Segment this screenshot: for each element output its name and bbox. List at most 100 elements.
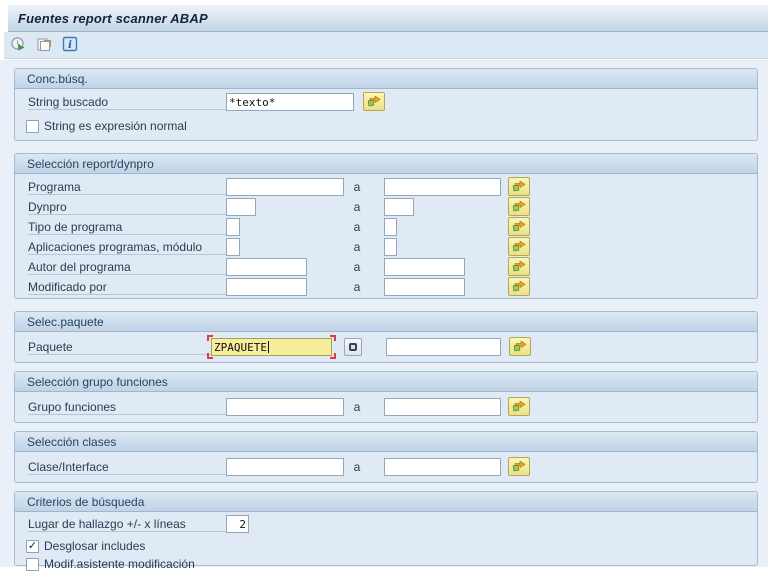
multiple-selection-button[interactable] xyxy=(509,337,531,356)
tipo-programa-label: Tipo de programa xyxy=(28,220,123,234)
modif-checkbox-row: Modif.asistente modificación xyxy=(15,555,757,571)
programa-to-input[interactable] xyxy=(384,178,501,196)
group-function-groups-header: Selección grupo funciones xyxy=(15,372,757,392)
group-search-criteria-header: Criterios de búsqueda xyxy=(15,492,757,512)
focus-corner xyxy=(330,335,336,341)
dynpro-row: Dynpro a xyxy=(15,197,757,217)
selection-screen: Conc.búsq. String buscado *texto* String… xyxy=(0,60,768,571)
grupo-funciones-to-input[interactable] xyxy=(384,398,501,416)
multiple-selection-button[interactable] xyxy=(508,197,530,216)
programa-row: Programa a xyxy=(15,177,757,197)
aplicaciones-from-input[interactable] xyxy=(226,238,240,256)
page-title: Fuentes report scanner ABAP xyxy=(18,10,208,26)
package-from-input[interactable]: ZPAQUETE xyxy=(211,338,332,356)
paquete-row: Paquete ZPAQUETE xyxy=(15,335,757,359)
group-title: Selec.paquete xyxy=(27,314,104,329)
hit-lines-label: Lugar de hallazgo +/- x líneas xyxy=(28,517,186,531)
focus-corner xyxy=(207,335,213,341)
sap-window: Fuentes report scanner ABAP i Conc.búsq.… xyxy=(0,0,768,571)
multiple-selection-icon xyxy=(512,278,526,295)
tipo-programa-from-input[interactable] xyxy=(226,218,240,236)
regex-checkbox-label: String es expresión normal xyxy=(44,119,187,133)
includes-checkbox[interactable]: ✓ xyxy=(26,539,39,553)
group-search-criteria: Criterios de búsqueda Lugar de hallazgo … xyxy=(14,491,758,571)
svg-text:i: i xyxy=(68,39,72,51)
dynpro-to-input[interactable] xyxy=(384,198,414,216)
search-string-input[interactable] xyxy=(226,93,354,111)
text-caret xyxy=(267,341,269,353)
modif-checkbox[interactable] xyxy=(26,557,39,571)
range-separator: a xyxy=(353,240,361,254)
execute-icon xyxy=(10,36,26,55)
aplicaciones-row: Aplicaciones programas, módulo a xyxy=(15,237,757,257)
programa-label: Programa xyxy=(28,180,81,194)
multiple-selection-button[interactable] xyxy=(508,397,530,416)
multiple-selection-button[interactable] xyxy=(508,217,530,236)
group-title: Selección report/dynpro xyxy=(27,156,154,171)
info-button[interactable]: i xyxy=(60,35,80,55)
group-title: Selección grupo funciones xyxy=(27,374,168,389)
multiple-selection-icon xyxy=(367,93,381,110)
group-package: Selec.paquete Paquete ZPAQUETE xyxy=(14,311,758,363)
range-separator: a xyxy=(353,200,361,214)
execute-button[interactable] xyxy=(8,35,28,55)
programa-from-input[interactable] xyxy=(226,178,344,196)
aplicaciones-to-input[interactable] xyxy=(384,238,397,256)
string-buscado-label: String buscado xyxy=(28,95,109,109)
group-title: Conc.búsq. xyxy=(27,71,88,86)
dynpro-label: Dynpro xyxy=(28,200,67,214)
multiple-selection-icon xyxy=(512,458,526,475)
multiple-selection-button[interactable] xyxy=(508,457,530,476)
tipo-programa-row: Tipo de programa a xyxy=(15,217,757,237)
multiple-selection-button[interactable] xyxy=(508,237,530,256)
clase-to-input[interactable] xyxy=(384,458,501,476)
group-report-dynpro-header: Selección report/dynpro xyxy=(15,154,757,174)
multiple-selection-button[interactable] xyxy=(508,257,530,276)
tipo-programa-to-input[interactable] xyxy=(384,218,397,236)
get-variant-icon xyxy=(36,36,52,55)
multiple-selection-button[interactable] xyxy=(363,92,385,111)
multiple-selection-button[interactable] xyxy=(508,177,530,196)
grupo-funciones-from-input[interactable] xyxy=(226,398,344,416)
includes-checkbox-row: ✓ Desglosar includes xyxy=(15,537,757,555)
autor-from-input[interactable] xyxy=(226,258,307,276)
multiple-selection-icon xyxy=(512,218,526,235)
multiple-selection-icon xyxy=(512,198,526,215)
modificado-to-input[interactable] xyxy=(384,278,465,296)
autor-label: Autor del programa xyxy=(28,260,131,274)
regex-checkbox[interactable] xyxy=(26,119,39,133)
modificado-from-input[interactable] xyxy=(226,278,307,296)
group-classes: Selección clases Clase/Interface a xyxy=(14,431,758,483)
application-toolbar: i xyxy=(4,32,768,59)
focus-corner xyxy=(330,353,336,359)
grupo-funciones-label: Grupo funciones xyxy=(28,400,117,414)
value-help-button[interactable] xyxy=(344,338,362,356)
package-to-input[interactable] xyxy=(386,338,501,356)
clase-from-input[interactable] xyxy=(226,458,344,476)
multiple-selection-icon xyxy=(512,398,526,415)
modificado-row: Modificado por a xyxy=(15,277,757,297)
group-classes-header: Selección clases xyxy=(15,432,757,452)
group-search-term-header: Conc.búsq. xyxy=(15,69,757,89)
autor-to-input[interactable] xyxy=(384,258,465,276)
multiple-selection-icon xyxy=(512,178,526,195)
hit-lines-row: Lugar de hallazgo +/- x líneas xyxy=(15,514,757,534)
group-title: Selección clases xyxy=(27,434,117,449)
group-package-header: Selec.paquete xyxy=(15,312,757,332)
multiple-selection-icon xyxy=(512,258,526,275)
get-variant-button[interactable] xyxy=(34,35,54,55)
string-buscado-row: String buscado xyxy=(15,92,757,112)
multiple-selection-button[interactable] xyxy=(508,277,530,296)
aplicaciones-label: Aplicaciones programas, módulo xyxy=(28,240,203,254)
group-search-term: Conc.búsq. String buscado *texto* String… xyxy=(14,68,758,141)
group-title: Criterios de búsqueda xyxy=(27,494,145,509)
clase-interface-row: Clase/Interface a xyxy=(15,457,757,477)
includes-checkbox-label: Desglosar includes xyxy=(44,539,146,553)
multiple-selection-icon xyxy=(513,338,527,355)
clase-interface-label: Clase/Interface xyxy=(28,460,109,474)
value-help-icon xyxy=(349,343,357,351)
dynpro-from-input[interactable] xyxy=(226,198,256,216)
hit-lines-input[interactable] xyxy=(226,515,249,533)
paquete-label: Paquete xyxy=(28,340,73,354)
group-report-dynpro: Selección report/dynpro Programa a Dynpr… xyxy=(14,153,758,299)
